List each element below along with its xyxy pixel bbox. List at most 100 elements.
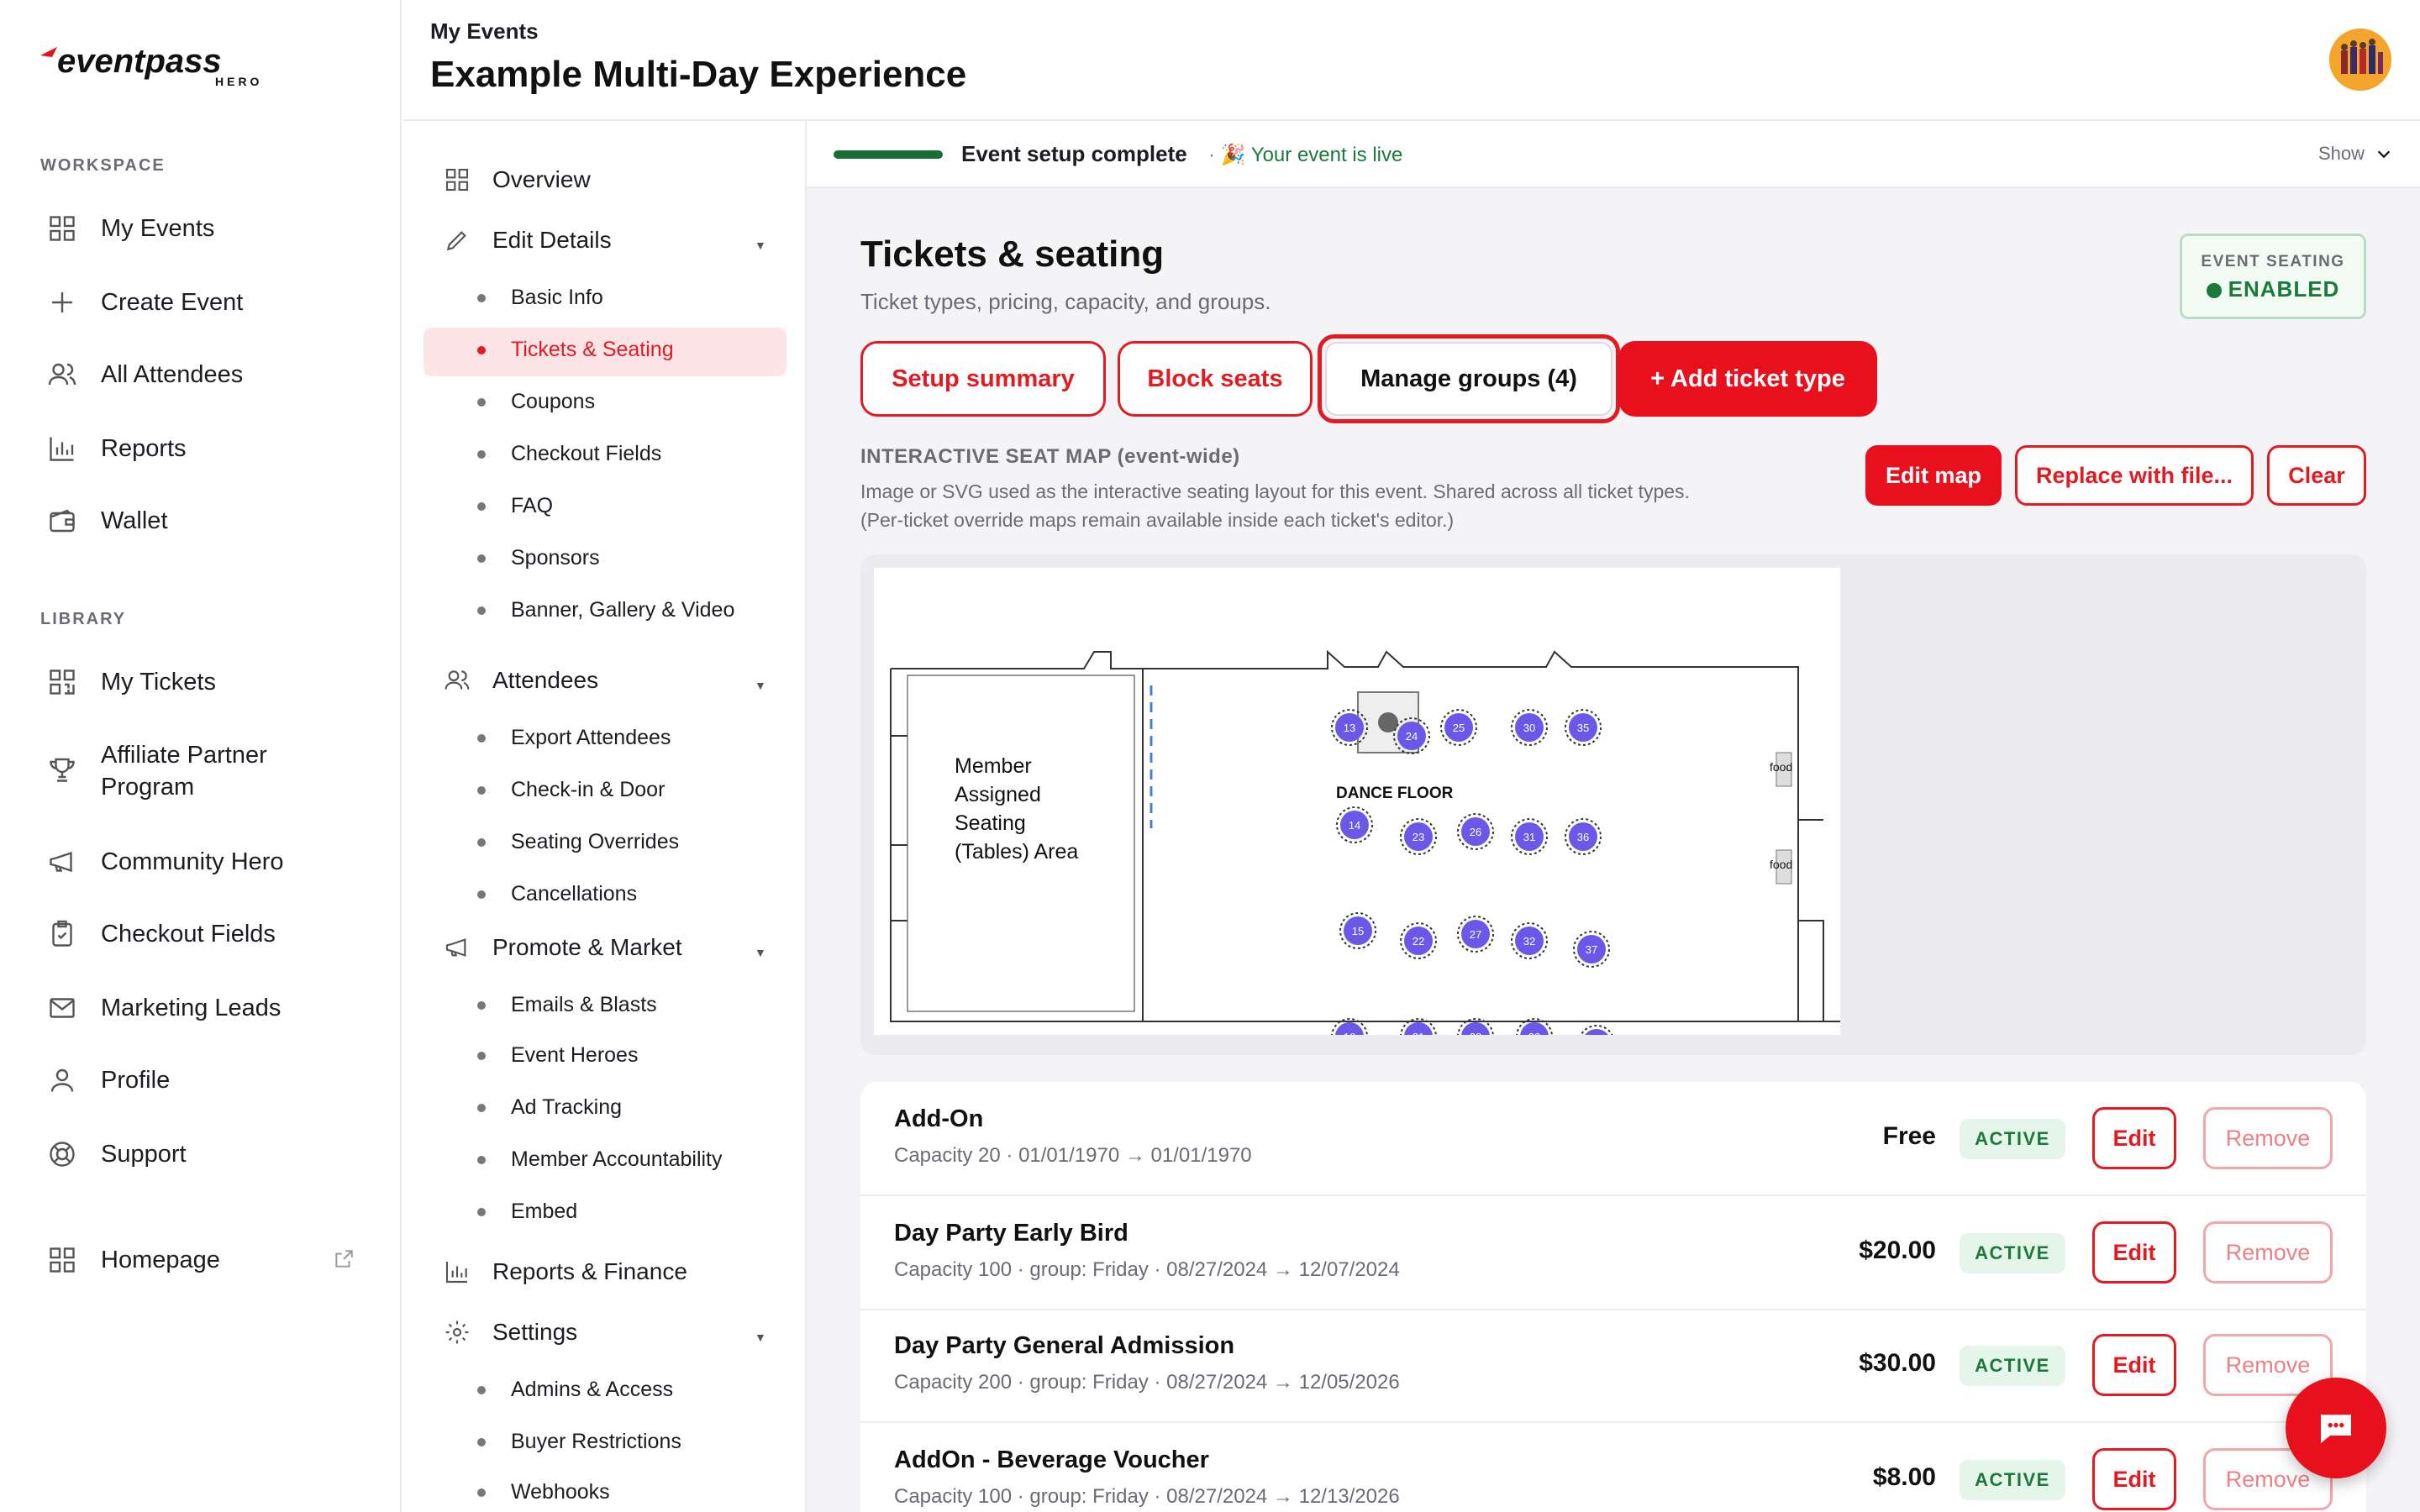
subnav-ad-tracking[interactable]: Ad Tracking: [477, 1095, 622, 1120]
show-toggle[interactable]: Show: [2318, 143, 2393, 165]
subnav-coupons[interactable]: Coupons: [477, 390, 595, 414]
edit-ticket-button[interactable]: Edit: [2092, 1221, 2176, 1284]
subnav-tickets-seating[interactable]: Tickets & Seating: [477, 338, 674, 362]
subnav-sponsors[interactable]: Sponsors: [477, 546, 600, 570]
lifebuoy-icon: [50, 1142, 75, 1167]
edit-ticket-button[interactable]: Edit: [2092, 1448, 2176, 1510]
subnav-label: Sponsors: [511, 546, 600, 570]
seat-table-23[interactable]: 23: [1400, 818, 1437, 855]
bullet-icon: [477, 293, 486, 302]
seat-map-image[interactable]: Member Assigned Seating (Tables) Area DA…: [874, 568, 1840, 1310]
seat-table-37[interactable]: 37: [1573, 931, 1610, 968]
area-label-line: (Tables) Area: [955, 840, 1078, 864]
nav-label: Wallet: [101, 507, 168, 534]
ticket-meta: Capacity 100 · group: Friday · 08/27/202…: [894, 1485, 1400, 1508]
subnav-export-attendees[interactable]: Export Attendees: [477, 726, 671, 750]
clear-map-button[interactable]: Clear: [2267, 445, 2366, 506]
nav-checkout-fields[interactable]: Checkout Fields: [47, 919, 276, 949]
edit-ticket-button[interactable]: Edit: [2092, 1334, 2176, 1396]
seat-table-35[interactable]: 35: [1565, 709, 1602, 746]
chevron-down-icon[interactable]: ▼: [755, 239, 766, 252]
subnav-reports-finance[interactable]: Reports & Finance: [444, 1258, 687, 1285]
edit-map-button[interactable]: Edit map: [1865, 445, 2002, 506]
nav-reports[interactable]: Reports: [47, 433, 187, 464]
subnav-overview[interactable]: Overview: [444, 166, 591, 193]
nav-my-events[interactable]: My Events: [47, 213, 214, 244]
nav-support[interactable]: Support: [47, 1139, 187, 1169]
seat-table-38[interactable]: 38: [1578, 1025, 1615, 1062]
party-icon: · 🎉: [1208, 144, 1246, 166]
seat-table-14[interactable]: 14: [1336, 806, 1373, 843]
edit-ticket-button[interactable]: Edit: [2092, 1107, 2176, 1169]
subnav-label: Checkout Fields: [511, 442, 662, 465]
subnav-label: Event Heroes: [511, 1043, 639, 1067]
breadcrumb[interactable]: My Events: [430, 18, 539, 45]
seat-table-22[interactable]: 22: [1400, 922, 1437, 959]
seat-table-15[interactable]: 15: [1339, 912, 1376, 949]
subnav-cancellations[interactable]: Cancellations: [477, 882, 637, 906]
nav-label: All Attendees: [101, 360, 244, 388]
subnav-seating-overrides[interactable]: Seating Overrides: [477, 830, 679, 854]
nav-community-hero[interactable]: Community Hero: [47, 847, 284, 877]
nav-affiliate-partner[interactable]: Affiliate Partner Program: [47, 739, 302, 803]
nav-create-event[interactable]: Create Event: [47, 287, 243, 318]
subnav-webhooks[interactable]: Webhooks: [477, 1480, 610, 1504]
table-number: 36: [1577, 831, 1589, 843]
subnav-promote-market[interactable]: Promote & Market: [444, 934, 682, 961]
add-ticket-type-button[interactable]: + Add ticket type: [1618, 341, 1877, 417]
nav-all-attendees[interactable]: All Attendees: [47, 360, 243, 390]
subnav-settings[interactable]: Settings: [444, 1319, 577, 1346]
subnav-embed[interactable]: Embed: [477, 1200, 577, 1224]
nav-wallet[interactable]: Wallet: [47, 506, 168, 536]
table-number: 31: [1523, 831, 1535, 843]
manage-groups-button[interactable]: Manage groups (4): [1318, 334, 1620, 423]
subnav-member-accountability[interactable]: Member Accountability: [477, 1147, 723, 1172]
nav-label: Affiliate Partner Program: [101, 742, 267, 801]
nav-homepage[interactable]: Homepage: [47, 1245, 220, 1275]
table-number: 16: [1344, 1031, 1355, 1035]
nav-marketing-leads[interactable]: Marketing Leads: [47, 993, 281, 1023]
seat-table-26[interactable]: 26: [1457, 813, 1494, 850]
bullet-icon: [477, 449, 486, 459]
remove-ticket-button[interactable]: Remove: [2203, 1107, 2333, 1169]
subnav-edit-details[interactable]: Edit Details: [444, 227, 612, 254]
subnav-admins-access[interactable]: Admins & Access: [477, 1378, 673, 1402]
subnav-checkout-fields[interactable]: Checkout Fields: [477, 442, 661, 466]
eventpass-logo[interactable]: eventpass HERO: [39, 37, 266, 96]
setup-summary-button[interactable]: Setup summary: [860, 341, 1106, 417]
subnav-banner-gallery[interactable]: Banner, Gallery & Video: [477, 598, 734, 622]
subnav-event-heroes[interactable]: Event Heroes: [477, 1043, 638, 1068]
replace-with-file-button[interactable]: Replace with file...: [2015, 445, 2254, 506]
subnav-check-in[interactable]: Check-in & Door: [477, 778, 665, 802]
seat-table-27[interactable]: 27: [1457, 916, 1494, 953]
remove-ticket-button[interactable]: Remove: [2203, 1221, 2333, 1284]
nav-label: Support: [101, 1140, 187, 1168]
subnav-label: Promote & Market: [492, 934, 682, 960]
avatar[interactable]: [2329, 29, 2391, 91]
ticket-meta: Capacity 200 · group: Friday · 08/27/202…: [894, 1371, 1400, 1394]
subnav-label: FAQ: [511, 494, 554, 517]
chevron-down-icon[interactable]: ▼: [755, 1331, 766, 1344]
live-label: Your event is live: [1250, 144, 1403, 166]
subnav-emails-blasts[interactable]: Emails & Blasts: [477, 993, 657, 1017]
seat-map-container: Member Assigned Seating (Tables) Area DA…: [860, 554, 2366, 1310]
nav-my-tickets[interactable]: My Tickets: [47, 667, 216, 697]
seat-table-30[interactable]: 30: [1511, 709, 1548, 746]
subnav-faq[interactable]: FAQ: [477, 494, 553, 518]
chat-button[interactable]: [2286, 1378, 2386, 1478]
seat-table-36[interactable]: 36: [1565, 818, 1602, 855]
chevron-down-icon[interactable]: ▼: [755, 946, 766, 959]
ticket-name: AddOn - Beverage Voucher: [894, 1446, 1209, 1473]
block-seats-button[interactable]: Block seats: [1118, 341, 1313, 417]
external-link-icon[interactable]: [333, 1248, 355, 1270]
subnav-buyer-restrictions[interactable]: Buyer Restrictions: [477, 1430, 681, 1454]
subnav-attendees[interactable]: Attendees: [444, 667, 598, 694]
chevron-down-icon[interactable]: ▼: [755, 679, 766, 692]
show-label: Show: [2317, 143, 2365, 164]
seat-table-32[interactable]: 32: [1511, 922, 1548, 959]
ticket-row: Day Party General Admission Capacity 200…: [860, 1309, 2366, 1423]
seat-table-25[interactable]: 25: [1440, 709, 1477, 746]
subnav-basic-info[interactable]: Basic Info: [477, 286, 603, 310]
nav-profile[interactable]: Profile: [47, 1065, 170, 1095]
seat-table-31[interactable]: 31: [1511, 818, 1548, 855]
